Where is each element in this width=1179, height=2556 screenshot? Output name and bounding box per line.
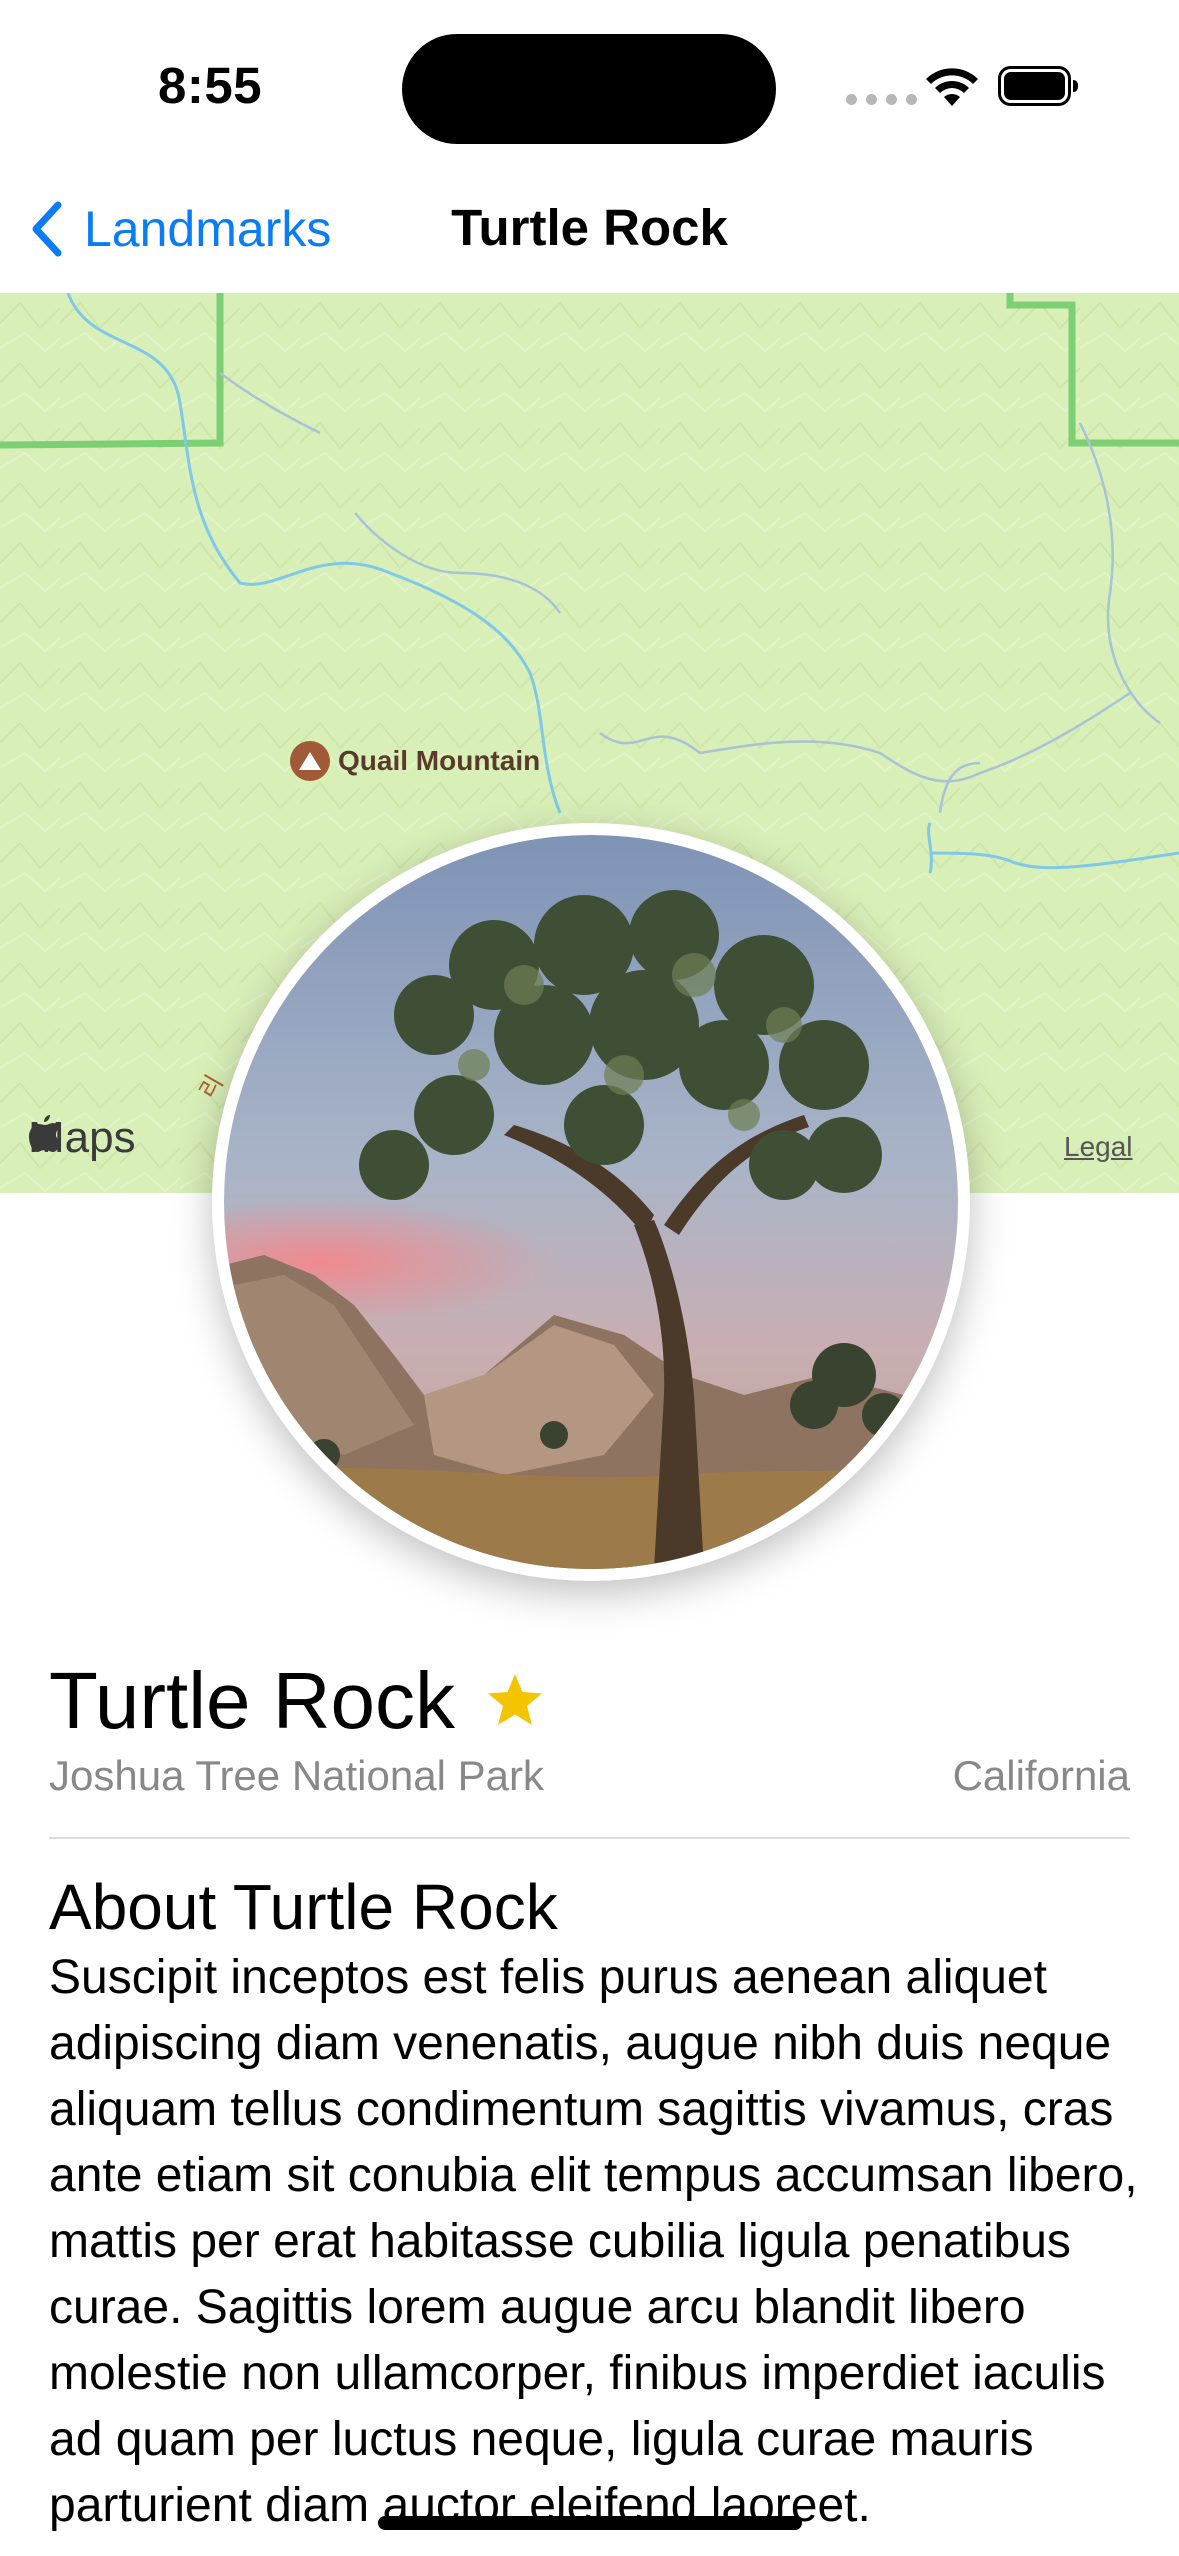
landmark-image	[224, 835, 958, 1569]
status-time: 8:55	[158, 57, 263, 114]
back-button[interactable]: Landmarks	[26, 194, 331, 264]
landmark-image-frame	[212, 823, 970, 1581]
home-indicator[interactable]	[378, 2516, 802, 2530]
chevron-left-icon	[32, 201, 62, 257]
map-poi-quail-mountain[interactable]: Quail Mountain	[290, 741, 540, 781]
status-bar: 8:55	[0, 0, 1179, 170]
about-heading: About Turtle Rock	[49, 1871, 558, 1943]
landmark-title-row: Turtle Rock	[49, 1655, 545, 1747]
wifi-icon	[926, 68, 978, 106]
landmark-park: Joshua Tree National Park	[49, 1752, 544, 1799]
navigation-bar: Turtle Rock Landmarks	[0, 170, 1179, 293]
back-button-label: Landmarks	[84, 201, 332, 257]
cellular-signal-icon	[846, 94, 917, 105]
map-legal-link[interactable]: Legal	[1064, 1131, 1133, 1163]
divider	[49, 1837, 1130, 1839]
about-description: Suscipit inceptos est felis purus aenean…	[49, 1951, 1138, 2532]
landmark-title: Turtle Rock	[49, 1656, 456, 1745]
battery-icon	[998, 66, 1078, 106]
dynamic-island	[402, 34, 776, 144]
landmark-state: California	[952, 1752, 1130, 1799]
map-poi-label: Quail Mountain	[338, 745, 541, 776]
mountain-icon	[290, 741, 330, 781]
maps-logo: Maps	[28, 1113, 136, 1163]
star-icon[interactable]	[485, 1671, 545, 1731]
apple-logo-icon	[29, 1115, 61, 1152]
